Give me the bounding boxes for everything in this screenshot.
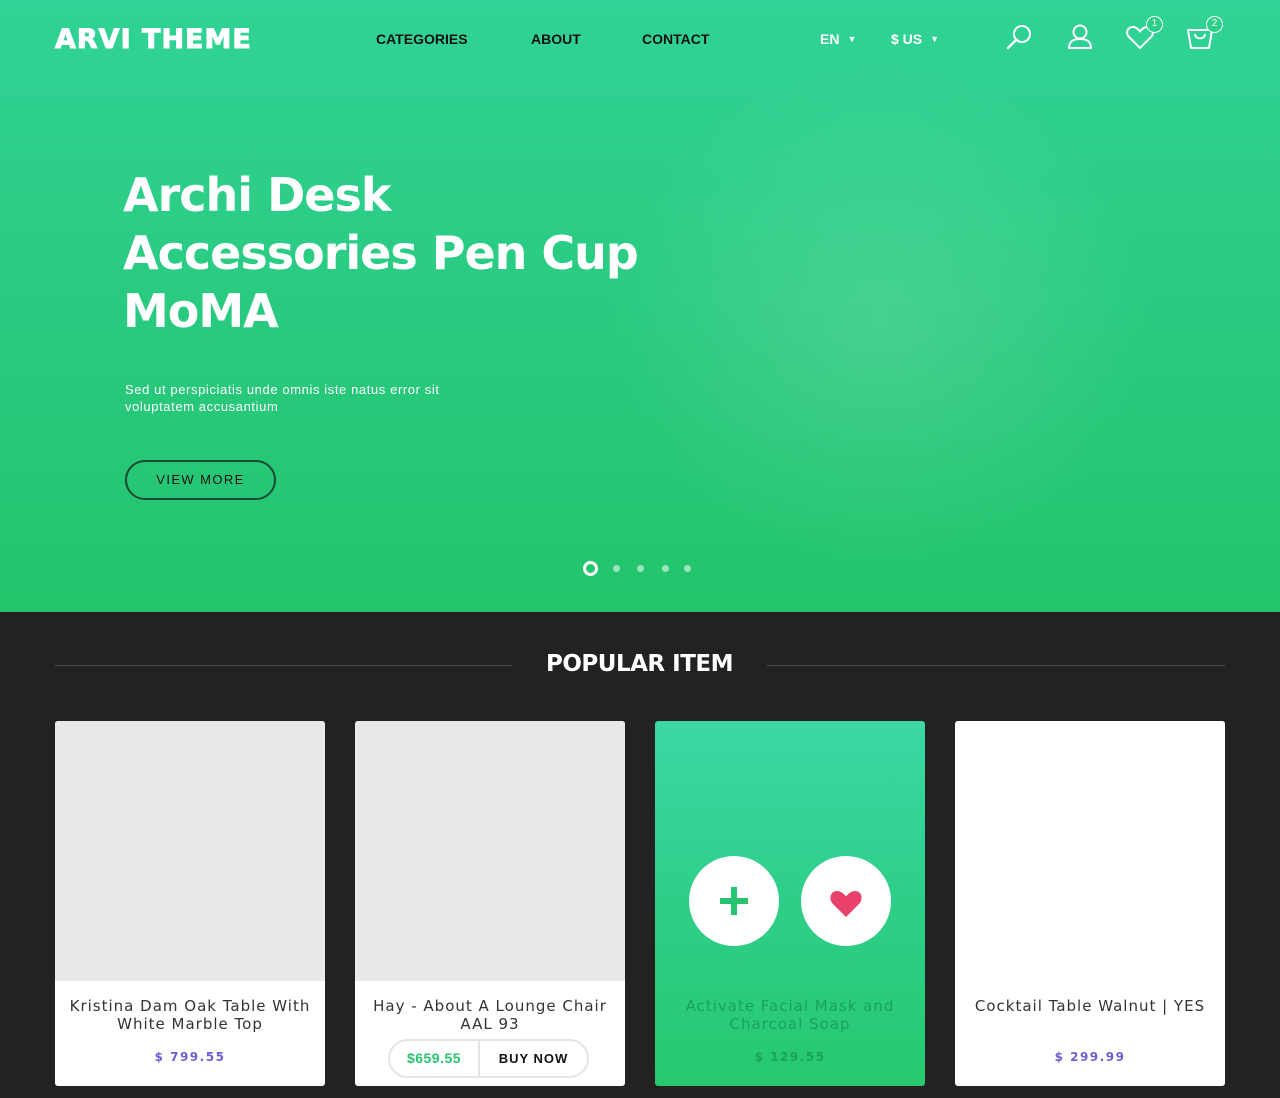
product-price: $ 299.99 xyxy=(1054,1050,1126,1064)
hero-title-line: Accessories Pen Cup xyxy=(123,226,639,280)
add-to-cart-button[interactable] xyxy=(689,856,779,946)
site-logo[interactable]: ARVI THEME xyxy=(55,24,252,56)
language-value: EN xyxy=(820,31,840,47)
product-name[interactable]: Hay - About A Lounge Chair AAL 93 xyxy=(365,997,615,1033)
account-button[interactable] xyxy=(1063,20,1097,54)
hero-title-line: MoMA xyxy=(123,284,279,338)
hero-title: Archi Desk Accessories Pen Cup MoMA xyxy=(123,166,643,340)
product-card[interactable]: Cocktail Table Walnut | YES $ 299.99 xyxy=(955,721,1225,1086)
nav-categories[interactable]: CATEGORIES xyxy=(376,31,468,47)
user-icon xyxy=(1068,24,1092,49)
hero-glow xyxy=(600,60,1160,580)
slider-dot-5[interactable] xyxy=(684,565,691,572)
product-image[interactable] xyxy=(55,721,325,981)
section-divider-right xyxy=(767,665,1225,666)
section-title: POPULAR ITEM xyxy=(546,651,733,677)
currency-value: $ US xyxy=(891,31,923,47)
add-to-wishlist-button[interactable] xyxy=(801,856,891,946)
currency-select[interactable]: $ US ▼ xyxy=(891,31,939,47)
product-image[interactable] xyxy=(355,721,625,981)
product-name[interactable]: Cocktail Table Walnut | YES xyxy=(965,997,1215,1015)
product-card[interactable]: Hay - About A Lounge Chair AAL 93 $659.5… xyxy=(355,721,625,1086)
product-name[interactable]: Kristina Dam Oak Table With White Marble… xyxy=(65,997,315,1033)
caret-down-icon: ▼ xyxy=(930,34,940,44)
hero-slider: ARVI THEME CATEGORIES ABOUT CONTACT EN ▼ … xyxy=(0,0,1280,612)
view-more-button[interactable]: VIEW MORE xyxy=(125,460,276,500)
section-divider-left xyxy=(55,665,512,666)
heart-icon xyxy=(830,891,862,917)
wishlist-count-badge: 1 xyxy=(1146,16,1163,33)
buy-now-button[interactable]: BUY NOW xyxy=(480,1041,587,1076)
product-image[interactable] xyxy=(955,721,1225,981)
nav-about[interactable]: ABOUT xyxy=(531,31,581,47)
slider-dot-2[interactable] xyxy=(613,565,620,572)
hero-subtitle: Sed ut perspiciatis unde omnis iste natu… xyxy=(125,382,440,414)
nav-contact[interactable]: CONTACT xyxy=(642,31,709,47)
cart-button[interactable]: 2 xyxy=(1183,16,1223,54)
product-price: $ 129.55 xyxy=(754,1050,826,1064)
product-name[interactable]: Activate Facial Mask and Charcoal Soap xyxy=(665,997,915,1033)
language-select[interactable]: EN ▼ xyxy=(820,31,856,47)
wishlist-button[interactable]: 1 xyxy=(1123,16,1163,54)
cart-count-badge: 2 xyxy=(1206,16,1223,33)
slider-dot-3[interactable] xyxy=(637,565,644,572)
product-price: $659.55 xyxy=(390,1041,480,1076)
search-button[interactable] xyxy=(1003,20,1037,54)
plus-icon xyxy=(720,887,748,915)
hero-title-line: Archi Desk xyxy=(123,168,391,222)
slider-dot-4[interactable] xyxy=(662,565,669,572)
search-icon xyxy=(1006,25,1031,50)
caret-down-icon: ▼ xyxy=(847,34,857,44)
product-card[interactable]: Kristina Dam Oak Table With White Marble… xyxy=(55,721,325,1086)
slider-dot-1[interactable] xyxy=(583,561,598,576)
product-price: $ 799.55 xyxy=(154,1050,226,1064)
buy-now-group: $659.55 BUY NOW xyxy=(388,1039,589,1078)
product-card-hover[interactable]: Activate Facial Mask and Charcoal Soap $… xyxy=(655,721,925,1086)
